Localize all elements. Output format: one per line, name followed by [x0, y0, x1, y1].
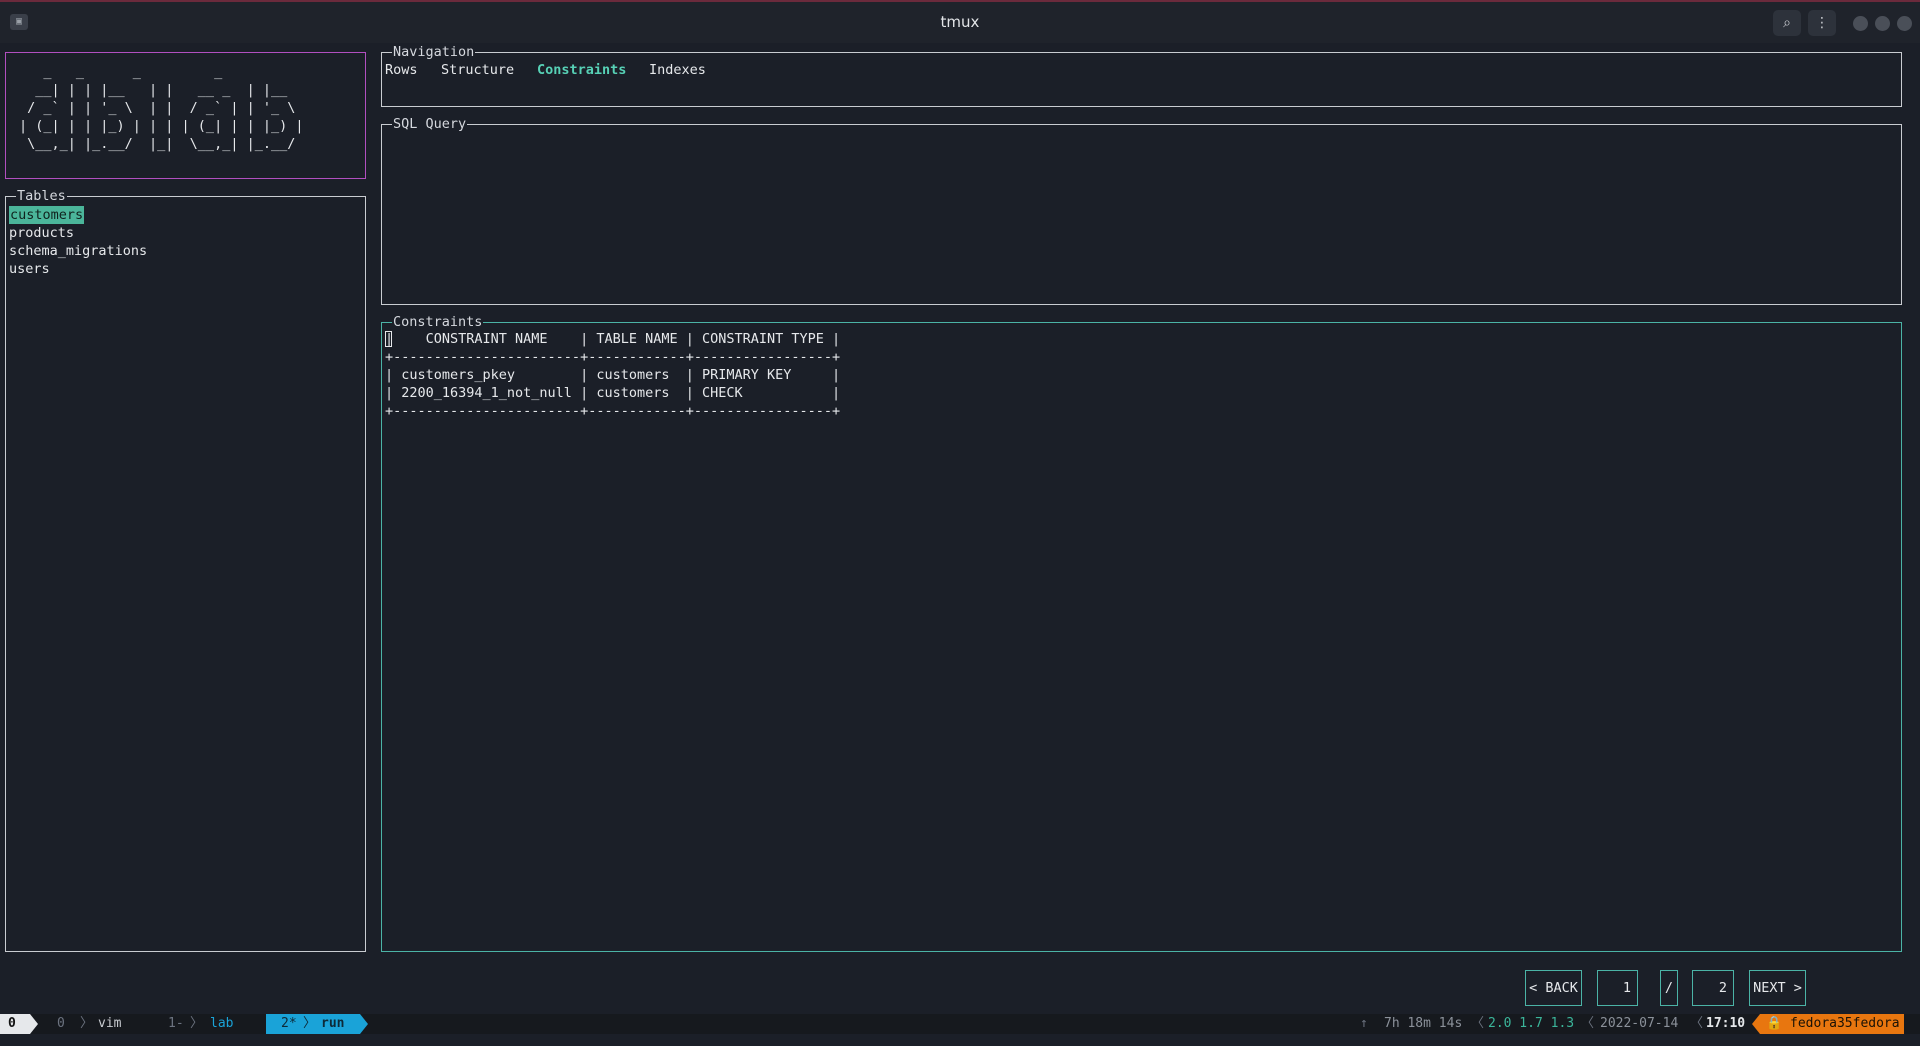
session-indicator: 0: [0, 1014, 30, 1034]
navigation-panel: Navigation Rows Structure Constraints In…: [381, 43, 1902, 107]
search-icon[interactable]: ⌕: [1773, 10, 1801, 36]
session-arrow-icon: [30, 1014, 38, 1034]
chevron-left-icon: 〈: [1471, 1016, 1485, 1031]
navigation-title: Navigation: [392, 43, 476, 61]
time: 17:10: [1706, 1016, 1746, 1031]
host-arrow-icon: [1752, 1014, 1760, 1034]
tmux-status-bar: 0 0 〉 vim 1- 〉 lab 2* 〉 run ↑ 7h 18m 14s…: [0, 1014, 1920, 1034]
total-pages-field: 2: [1692, 970, 1734, 1006]
window-title: tmux: [940, 13, 980, 31]
hostname: 🔒 fedora35fedora: [1760, 1014, 1904, 1034]
chevron-left-icon: 〈: [1581, 1016, 1595, 1031]
tab-structure[interactable]: Structure: [441, 61, 514, 79]
tables-title: Tables: [16, 187, 67, 205]
sql-query-title: SQL Query: [392, 115, 468, 133]
window-1-index[interactable]: 1-: [168, 1014, 184, 1034]
table-item-schema-migrations[interactable]: schema_migrations: [9, 242, 147, 260]
sql-query-panel[interactable]: SQL Query: [381, 115, 1902, 305]
table-item-users[interactable]: users: [9, 260, 50, 278]
constraints-panel: Constraints | CONSTRAINT NAME | TABLE NA…: [381, 313, 1902, 952]
chevron-right-icon: 〉: [303, 1016, 317, 1031]
window-1-name[interactable]: lab: [210, 1014, 233, 1034]
tab-indexes[interactable]: Indexes: [649, 61, 706, 79]
tab-constraints[interactable]: Constraints: [537, 61, 626, 79]
constraints-table[interactable]: | CONSTRAINT NAME | TABLE NAME | CONSTRA…: [385, 330, 840, 420]
dblab-logo: _ _ _ _ __| | | |__ | | __ _ | |__ / _` …: [19, 64, 304, 152]
window-titlebar: ▣ tmux ⌕ ⋮: [0, 0, 1920, 43]
sql-query-input[interactable]: [385, 133, 1898, 301]
minimize-button[interactable]: [1853, 16, 1868, 31]
date: 2022-07-14: [1600, 1016, 1679, 1031]
tab-rows[interactable]: Rows: [385, 61, 418, 79]
terminal-cursor: [385, 331, 392, 347]
terminal-bottom-padding: [0, 1034, 1920, 1046]
back-button[interactable]: < BACK: [1525, 970, 1582, 1006]
logo-panel: _ _ _ _ __| | | |__ | | __ _ | |__ / _` …: [5, 52, 366, 179]
load-average: 2.0 1.7 1.3: [1488, 1016, 1575, 1031]
window-2-index[interactable]: 2*: [281, 1014, 297, 1034]
next-button[interactable]: NEXT >: [1749, 970, 1806, 1006]
page-separator: /: [1660, 970, 1678, 1006]
window-2-name[interactable]: run: [321, 1014, 344, 1034]
chevron-left-icon: 〈: [1690, 1016, 1704, 1031]
constraints-title: Constraints: [392, 313, 484, 331]
active-window-arrow-icon: [360, 1014, 368, 1034]
uptime-arrow-icon: ↑: [1360, 1016, 1368, 1031]
close-button[interactable]: [1897, 16, 1912, 31]
current-page-field[interactable]: 1: [1597, 970, 1638, 1006]
window-0-index[interactable]: 0: [57, 1014, 65, 1034]
chevron-right-icon: 〉: [80, 1016, 94, 1031]
chevron-right-icon: 〉: [190, 1016, 204, 1031]
table-item-products[interactable]: products: [9, 224, 74, 242]
tables-panel: Tables customers products schema_migrati…: [5, 187, 366, 952]
table-item-customers[interactable]: customers: [9, 206, 85, 224]
kebab-menu-icon[interactable]: ⋮: [1808, 10, 1836, 36]
uptime: 7h 18m 14s: [1384, 1016, 1463, 1031]
maximize-button[interactable]: [1875, 16, 1890, 31]
window-0-name[interactable]: vim: [98, 1014, 121, 1034]
